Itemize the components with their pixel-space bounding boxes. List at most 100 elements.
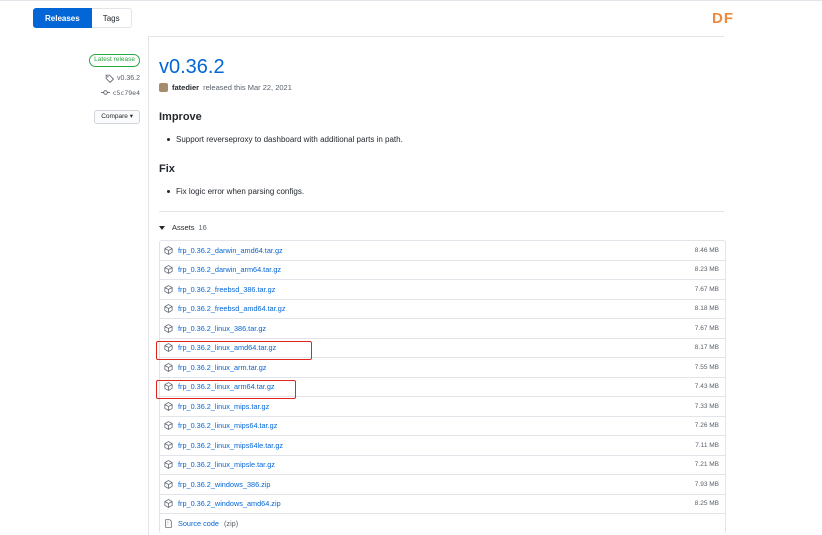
package-icon — [164, 304, 173, 314]
package-icon — [164, 401, 173, 411]
asset-link[interactable]: frp_0.36.2_darwin_amd64.tar.gz — [164, 246, 283, 255]
asset-name[interactable]: frp_0.36.2_freebsd_amd64.tar.gz — [178, 304, 286, 313]
asset-link[interactable]: frp_0.36.2_freebsd_386.tar.gz — [164, 285, 275, 294]
asset-row: frp_0.36.2_windows_amd64.zip 8.25 MB — [160, 495, 725, 514]
release-title[interactable]: v0.36.2 — [159, 56, 225, 79]
package-icon — [164, 362, 173, 372]
package-icon — [164, 440, 173, 450]
highlight-box-linux-arm64 — [156, 380, 296, 399]
package-icon — [164, 479, 173, 489]
asset-name[interactable]: frp_0.36.2_windows_386.zip — [178, 480, 271, 489]
package-icon — [164, 460, 173, 470]
asset-name[interactable]: frp_0.36.2_linux_arm.tar.gz — [178, 363, 266, 372]
release-tabs: Releases Tags — [33, 8, 132, 28]
asset-link[interactable]: frp_0.36.2_windows_386.zip — [164, 480, 271, 489]
asset-size: 7.26 MB — [694, 422, 719, 430]
asset-link[interactable]: frp_0.36.2_linux_mipsle.tar.gz — [164, 460, 275, 469]
asset-name[interactable]: frp_0.36.2_freebsd_386.tar.gz — [178, 285, 275, 294]
asset-link[interactable]: frp_0.36.2_linux_arm.tar.gz — [164, 363, 266, 372]
fix-list-item: Fix logic error when parsing configs. — [167, 187, 304, 196]
asset-size: 7.55 MB — [694, 363, 719, 371]
expand-triangle-icon — [159, 225, 165, 230]
watermark-logo: DF — [712, 10, 734, 27]
release-byline: fatedier released this Mar 22, 2021 — [159, 83, 292, 92]
asset-row: frp_0.36.2_linux_arm.tar.gz 7.55 MB — [160, 358, 725, 378]
improve-list-item: Support reverseproxy to dashboard with a… — [167, 135, 403, 144]
package-icon — [164, 284, 173, 294]
caret-down-icon: ▾ — [129, 113, 133, 120]
tag-link[interactable]: v0.36.2 — [105, 74, 140, 83]
source-code-label[interactable]: Source code — [178, 519, 219, 528]
compare-button[interactable]: Compare ▾ — [94, 110, 140, 124]
asset-link[interactable]: frp_0.36.2_linux_mips64le.tar.gz — [164, 441, 283, 450]
tag-icon — [105, 74, 115, 83]
asset-name[interactable]: frp_0.36.2_darwin_amd64.tar.gz — [178, 246, 283, 255]
asset-row: frp_0.36.2_windows_386.zip 7.93 MB — [160, 475, 725, 495]
assets-count: 16 — [198, 223, 207, 232]
package-icon — [164, 323, 173, 333]
asset-row: frp_0.36.2_linux_mips64.tar.gz 7.26 MB — [160, 417, 725, 436]
assets-toggle[interactable]: Assets 16 — [159, 223, 207, 232]
asset-size: 7.43 MB — [694, 383, 719, 391]
asset-name[interactable]: frp_0.36.2_linux_386.tar.gz — [178, 324, 266, 333]
asset-size: 8.25 MB — [694, 500, 719, 508]
asset-size: 8.46 MB — [694, 246, 719, 254]
asset-name[interactable]: frp_0.36.2_darwin_arm64.tar.gz — [178, 265, 281, 274]
asset-link[interactable]: frp_0.36.2_linux_386.tar.gz — [164, 324, 266, 333]
author-name[interactable]: fatedier — [172, 83, 199, 92]
fix-item-text: Fix logic error when parsing configs. — [176, 187, 305, 196]
tag-label: v0.36.2 — [117, 75, 140, 82]
file-zip-icon — [165, 519, 172, 529]
asset-size: 7.21 MB — [694, 461, 719, 469]
improve-heading: Improve — [159, 111, 202, 123]
asset-row: frp_0.36.2_darwin_amd64.tar.gz 8.46 MB — [160, 241, 725, 261]
asset-link[interactable]: frp_0.36.2_windows_amd64.zip — [164, 499, 281, 508]
fix-heading: Fix — [159, 163, 175, 175]
package-icon — [164, 245, 173, 255]
commit-icon — [100, 90, 110, 95]
tab-tags[interactable]: Tags — [91, 8, 132, 28]
asset-name[interactable]: frp_0.36.2_linux_mips64le.tar.gz — [178, 441, 283, 450]
assets-divider — [159, 211, 724, 212]
commit-link[interactable]: c5c79e4 — [100, 88, 140, 97]
asset-row: frp_0.36.2_linux_mipsle.tar.gz 7.21 MB — [160, 456, 725, 475]
asset-size: 7.93 MB — [694, 480, 719, 488]
asset-row: frp_0.36.2_freebsd_386.tar.gz 7.67 MB — [160, 280, 725, 300]
package-icon — [164, 421, 173, 431]
bullet — [167, 190, 170, 194]
asset-size: 8.23 MB — [694, 266, 719, 274]
asset-link[interactable]: frp_0.36.2_linux_mips64.tar.gz — [164, 421, 277, 430]
asset-row: frp_0.36.2_linux_mips64le.tar.gz 7.11 MB — [160, 436, 725, 456]
asset-row: frp_0.36.2_linux_mips.tar.gz 7.33 MB — [160, 397, 725, 417]
asset-row: frp_0.36.2_linux_386.tar.gz 7.67 MB — [160, 319, 725, 339]
asset-name[interactable]: frp_0.36.2_linux_mipsle.tar.gz — [178, 460, 275, 469]
asset-size: 7.67 MB — [694, 324, 719, 332]
compare-label: Compare — [101, 113, 128, 120]
header-divider — [148, 36, 724, 37]
asset-link[interactable]: frp_0.36.2_freebsd_amd64.tar.gz — [164, 304, 286, 313]
asset-name[interactable]: frp_0.36.2_linux_mips64.tar.gz — [178, 421, 277, 430]
source-code-format: (zip) — [223, 519, 239, 529]
commit-hash: c5c79e4 — [112, 88, 140, 97]
asset-row: frp_0.36.2_freebsd_amd64.tar.gz 8.18 MB — [160, 300, 725, 319]
assets-label: Assets — [172, 223, 195, 232]
asset-name[interactable]: frp_0.36.2_windows_amd64.zip — [178, 499, 281, 508]
bullet — [167, 138, 170, 142]
asset-size: 8.17 MB — [694, 344, 719, 352]
asset-size: 8.18 MB — [694, 305, 719, 313]
latest-release-badge: Latest release — [89, 54, 140, 67]
asset-link[interactable]: frp_0.36.2_darwin_arm64.tar.gz — [164, 265, 281, 274]
highlight-box-linux-amd64 — [156, 341, 312, 360]
asset-size: 7.11 MB — [695, 441, 719, 449]
asset-name[interactable]: frp_0.36.2_linux_mips.tar.gz — [178, 402, 269, 411]
improve-item-text: Support reverseproxy to dashboard with a… — [176, 135, 403, 144]
asset-row: frp_0.36.2_darwin_arm64.tar.gz 8.23 MB — [160, 261, 725, 280]
source-code-link[interactable]: Source code (zip) — [164, 519, 238, 528]
asset-row-source-code: Source code (zip) — [160, 514, 725, 534]
asset-size: 7.67 MB — [694, 285, 719, 293]
asset-link[interactable]: frp_0.36.2_linux_mips.tar.gz — [164, 402, 269, 411]
asset-size: 7.33 MB — [694, 402, 719, 410]
author-avatar[interactable] — [159, 83, 168, 92]
timeline-line — [148, 36, 149, 535]
tab-releases[interactable]: Releases — [33, 8, 92, 28]
